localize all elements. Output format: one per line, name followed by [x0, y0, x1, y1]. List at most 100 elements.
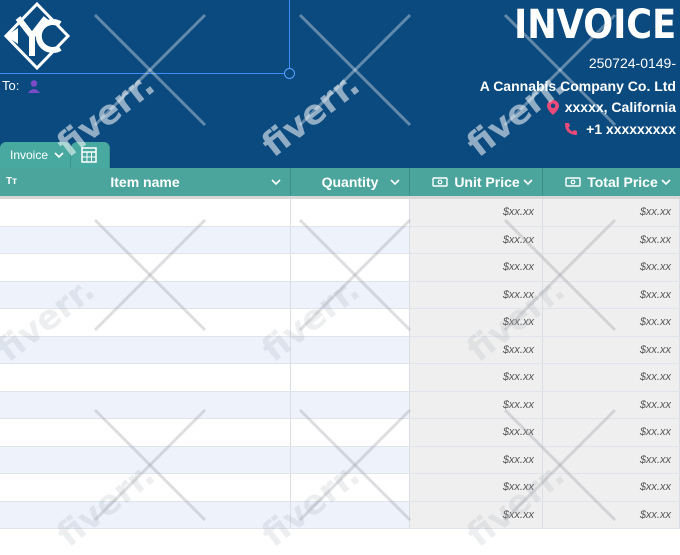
unit-price-cell[interactable]: $xx.xx	[410, 501, 543, 528]
total-price-cell[interactable]: $xx.xx	[543, 501, 680, 528]
chevron-down-icon[interactable]	[270, 176, 282, 188]
price-placeholder: $xx.xx	[639, 261, 671, 274]
table-row: $xx.xx $xx.xx	[0, 309, 680, 337]
address-text: xxxxx, California	[564, 99, 676, 115]
item-name-cell[interactable]	[0, 336, 291, 363]
tab-invoice[interactable]: Invoice	[0, 142, 72, 168]
money-icon	[432, 177, 449, 187]
item-name-cell[interactable]	[0, 254, 291, 281]
price-placeholder: $xx.xx	[639, 206, 671, 219]
unit-price-cell[interactable]: $xx.xx	[410, 281, 543, 308]
table-row: $xx.xx $xx.xx	[0, 501, 680, 529]
price-placeholder: $xx.xx	[639, 343, 671, 356]
selection-frame[interactable]	[0, 0, 290, 74]
quantity-cell[interactable]	[291, 474, 410, 501]
table-row: $xx.xx $xx.xx	[0, 419, 680, 447]
column-unit-price-label: Unit Price	[454, 174, 520, 190]
sheet-tabs: Invoice	[0, 142, 111, 168]
text-type-icon: Tт	[6, 176, 18, 187]
column-total-price-label: Total Price	[587, 174, 658, 190]
price-placeholder: $xx.xx	[639, 481, 671, 494]
quantity-cell[interactable]	[291, 281, 410, 308]
total-price-cell[interactable]: $xx.xx	[543, 226, 680, 253]
item-name-cell[interactable]	[0, 446, 291, 473]
quantity-cell[interactable]	[291, 446, 410, 473]
tab-grid-view[interactable]	[71, 142, 111, 168]
price-placeholder: $xx.xx	[502, 206, 534, 219]
quantity-cell[interactable]	[291, 336, 410, 363]
item-name-cell[interactable]	[0, 226, 291, 253]
item-name-cell[interactable]	[0, 199, 291, 226]
phone-line: +1 xxxxxxxxx	[564, 121, 676, 137]
chevron-down-icon[interactable]	[54, 150, 64, 160]
price-placeholder: $xx.xx	[639, 398, 671, 411]
quantity-cell[interactable]	[291, 419, 410, 446]
total-price-cell[interactable]: $xx.xx	[543, 446, 680, 473]
quantity-cell[interactable]	[291, 501, 410, 528]
price-placeholder: $xx.xx	[639, 371, 671, 384]
unit-price-cell[interactable]: $xx.xx	[410, 336, 543, 363]
calculator-grid-icon	[81, 147, 97, 163]
item-name-cell[interactable]	[0, 391, 291, 418]
table-row: $xx.xx $xx.xx	[0, 474, 680, 502]
table-row: $xx.xx $xx.xx	[0, 254, 680, 282]
total-price-cell[interactable]: $xx.xx	[543, 199, 680, 226]
chevron-down-icon[interactable]	[660, 176, 672, 188]
price-placeholder: $xx.xx	[502, 508, 534, 521]
person-icon[interactable]	[27, 79, 41, 93]
total-price-cell[interactable]: $xx.xx	[543, 474, 680, 501]
table-row: $xx.xx $xx.xx	[0, 446, 680, 474]
price-placeholder: $xx.xx	[639, 453, 671, 466]
price-placeholder: $xx.xx	[502, 316, 534, 329]
unit-price-cell[interactable]: $xx.xx	[410, 474, 543, 501]
quantity-cell[interactable]	[291, 226, 410, 253]
price-placeholder: $xx.xx	[502, 398, 534, 411]
location-pin-icon	[546, 99, 559, 115]
price-placeholder: $xx.xx	[639, 508, 671, 521]
total-price-cell[interactable]: $xx.xx	[543, 391, 680, 418]
chevron-down-icon[interactable]	[389, 176, 401, 188]
column-item-name[interactable]: Tт Item name	[0, 168, 291, 196]
unit-price-cell[interactable]: $xx.xx	[410, 364, 543, 391]
quantity-cell[interactable]	[291, 391, 410, 418]
total-price-cell[interactable]: $xx.xx	[543, 364, 680, 391]
item-name-cell[interactable]	[0, 501, 291, 528]
column-unit-price[interactable]: Unit Price	[410, 168, 543, 196]
unit-price-cell[interactable]: $xx.xx	[410, 199, 543, 226]
unit-price-cell[interactable]: $xx.xx	[410, 254, 543, 281]
price-placeholder: $xx.xx	[639, 426, 671, 439]
invoice-number: 250724-0149-	[588, 55, 676, 71]
total-price-cell[interactable]: $xx.xx	[543, 281, 680, 308]
column-quantity[interactable]: Quantity	[291, 168, 410, 196]
unit-price-cell[interactable]: $xx.xx	[410, 309, 543, 336]
quantity-cell[interactable]	[291, 364, 410, 391]
table-row: $xx.xx $xx.xx	[0, 226, 680, 254]
unit-price-cell[interactable]: $xx.xx	[410, 226, 543, 253]
quantity-cell[interactable]	[291, 254, 410, 281]
total-price-cell[interactable]: $xx.xx	[543, 336, 680, 363]
price-placeholder: $xx.xx	[502, 371, 534, 384]
column-total-price[interactable]: Total Price	[543, 168, 680, 196]
quantity-cell[interactable]	[291, 309, 410, 336]
unit-price-cell[interactable]: $xx.xx	[410, 419, 543, 446]
table-row: $xx.xx $xx.xx	[0, 391, 680, 419]
total-price-cell[interactable]: $xx.xx	[543, 254, 680, 281]
chevron-down-icon[interactable]	[522, 176, 534, 188]
item-name-cell[interactable]	[0, 364, 291, 391]
price-placeholder: $xx.xx	[502, 426, 534, 439]
item-name-cell[interactable]	[0, 419, 291, 446]
table-row: $xx.xx $xx.xx	[0, 281, 680, 309]
total-price-cell[interactable]: $xx.xx	[543, 309, 680, 336]
unit-price-cell[interactable]: $xx.xx	[410, 446, 543, 473]
price-placeholder: $xx.xx	[502, 481, 534, 494]
price-placeholder: $xx.xx	[639, 288, 671, 301]
total-price-cell[interactable]: $xx.xx	[543, 419, 680, 446]
quantity-cell[interactable]	[291, 199, 410, 226]
item-name-cell[interactable]	[0, 474, 291, 501]
invoice-header: To: INVOICE 250724-0149- A Cannabis Comp…	[0, 0, 680, 168]
table-row: $xx.xx $xx.xx	[0, 364, 680, 392]
resize-handle[interactable]	[284, 68, 295, 79]
item-name-cell[interactable]	[0, 309, 291, 336]
item-name-cell[interactable]	[0, 281, 291, 308]
unit-price-cell[interactable]: $xx.xx	[410, 391, 543, 418]
